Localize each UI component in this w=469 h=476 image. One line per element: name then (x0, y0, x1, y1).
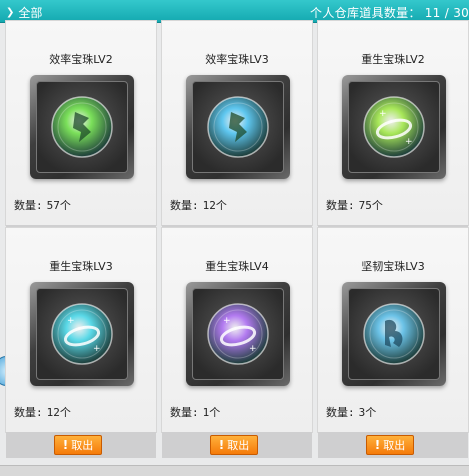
item-slot[interactable] (342, 282, 446, 386)
item-quantity: 数量: 3个 (326, 404, 376, 420)
efficiency-orb-blue-icon (207, 96, 269, 158)
svg-text:+: + (405, 137, 413, 147)
item-quantity-value: 12个 (202, 199, 227, 212)
svg-text:+: + (223, 316, 231, 326)
item-footer: !取出 (6, 432, 156, 458)
item-name: 重生宝珠LV3 (49, 260, 113, 273)
item-quantity-label: 数量: (326, 406, 355, 419)
toughness-orb-blue-icon (363, 303, 425, 365)
withdraw-button-label: 取出 (383, 439, 406, 452)
item-count: 个人仓库道具数量：11 / 300 (310, 4, 469, 21)
item-quantity-value: 75个 (358, 199, 383, 212)
item-quantity: 数量: 75个 (326, 197, 383, 213)
item-slot[interactable] (30, 75, 134, 179)
item-quantity: 数量: 1个 (170, 404, 220, 420)
item-name: 坚韧宝珠LV3 (361, 260, 425, 273)
withdraw-button[interactable]: !取出 (366, 435, 414, 455)
item-quantity: 数量: 12个 (14, 404, 71, 420)
rebirth-orb-green-icon: ++ (363, 96, 425, 158)
item-quantity-value: 12个 (46, 406, 71, 419)
chevron-right-icon: ❯ (6, 7, 15, 18)
svg-text:+: + (67, 316, 75, 326)
item-name: 重生宝珠LV4 (205, 260, 269, 273)
item-quantity: 数量: 57个 (14, 197, 71, 213)
item-name: 效率宝珠LV2 (49, 53, 113, 66)
category-filter[interactable]: ❯ 全部 (6, 4, 42, 21)
bottom-strip (0, 465, 469, 476)
item-quantity-label: 数量: (326, 199, 355, 212)
item-quantity: 数量: 12个 (170, 197, 227, 213)
item-count-label: 个人仓库道具数量： (310, 6, 421, 20)
item-card: 重生宝珠LV4 + + 数量: 1个! 取出 (161, 227, 313, 458)
item-slot[interactable]: + + (186, 282, 290, 386)
item-card: 效率宝珠LV3数量:12个!取出 (161, 20, 313, 251)
item-card: 重生宝珠LV3 + + 数量: 12个! 取出 (5, 227, 157, 458)
exclamation-icon: ! (62, 438, 69, 452)
category-label: 全部 (18, 6, 43, 20)
withdraw-button-label: 取出 (227, 439, 250, 452)
svg-text:+: + (379, 109, 387, 119)
item-quantity-label: 数量: (14, 199, 43, 212)
efficiency-orb-green-icon (51, 96, 113, 158)
item-footer: !取出 (318, 432, 468, 458)
item-footer: !取出 (162, 432, 312, 458)
svg-text:+: + (93, 344, 101, 354)
item-count-value: 11 / 300 (424, 6, 469, 20)
rebirth-orb-cyan-icon: ++ (51, 303, 113, 365)
item-quantity-value: 3个 (358, 406, 377, 419)
item-card: 重生宝珠LV2++数量:75个!取出 (317, 20, 469, 251)
rebirth-orb-purple-icon: ++ (207, 303, 269, 365)
item-name: 重生宝珠LV2 (361, 53, 425, 66)
item-quantity-value: 57个 (46, 199, 71, 212)
item-quantity-label: 数量: (170, 199, 199, 212)
item-name: 效率宝珠LV3 (205, 53, 269, 66)
item-quantity-value: 1个 (202, 406, 221, 419)
exclamation-icon: ! (374, 438, 381, 452)
item-card: 效率宝珠LV2数量:57个!取出 (5, 20, 157, 251)
withdraw-button[interactable]: !取出 (54, 435, 102, 455)
item-slot[interactable] (186, 75, 290, 179)
withdraw-button-label: 取出 (71, 439, 94, 452)
item-quantity-label: 数量: (170, 406, 199, 419)
svg-text:+: + (249, 344, 257, 354)
item-slot[interactable]: + + (342, 75, 446, 179)
item-quantity-label: 数量: (14, 406, 43, 419)
withdraw-button[interactable]: !取出 (210, 435, 258, 455)
item-card: 坚韧宝珠LV3 数量: 3个! 取出 (317, 227, 469, 458)
item-slot[interactable]: + + (30, 282, 134, 386)
exclamation-icon: ! (218, 438, 225, 452)
